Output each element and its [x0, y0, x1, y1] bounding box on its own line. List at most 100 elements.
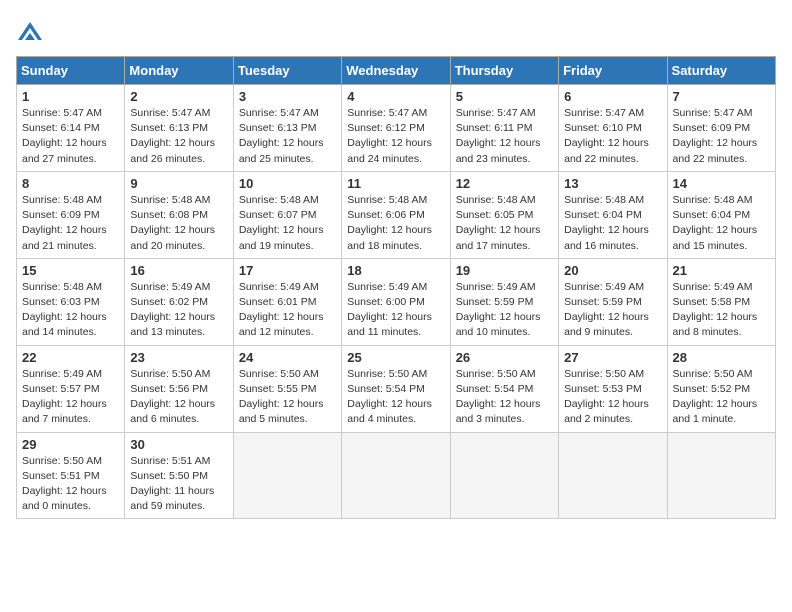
day-info: Sunrise: 5:49 AM Sunset: 5:58 PM Dayligh… — [673, 280, 770, 341]
calendar-cell — [342, 432, 450, 519]
calendar-week-3: 15 Sunrise: 5:48 AM Sunset: 6:03 PM Dayl… — [17, 258, 776, 345]
page-header — [16, 16, 776, 48]
day-number: 8 — [22, 176, 119, 191]
day-number: 21 — [673, 263, 770, 278]
day-info: Sunrise: 5:48 AM Sunset: 6:04 PM Dayligh… — [673, 193, 770, 254]
calendar-week-1: 1 Sunrise: 5:47 AM Sunset: 6:14 PM Dayli… — [17, 85, 776, 172]
calendar-cell: 16 Sunrise: 5:49 AM Sunset: 6:02 PM Dayl… — [125, 258, 233, 345]
calendar-cell: 1 Sunrise: 5:47 AM Sunset: 6:14 PM Dayli… — [17, 85, 125, 172]
day-info: Sunrise: 5:50 AM Sunset: 5:54 PM Dayligh… — [347, 367, 444, 428]
day-info: Sunrise: 5:47 AM Sunset: 6:13 PM Dayligh… — [130, 106, 227, 167]
calendar-cell: 3 Sunrise: 5:47 AM Sunset: 6:13 PM Dayli… — [233, 85, 341, 172]
day-info: Sunrise: 5:50 AM Sunset: 5:52 PM Dayligh… — [673, 367, 770, 428]
day-number: 25 — [347, 350, 444, 365]
calendar-table: SundayMondayTuesdayWednesdayThursdayFrid… — [16, 56, 776, 519]
day-info: Sunrise: 5:49 AM Sunset: 5:57 PM Dayligh… — [22, 367, 119, 428]
calendar-cell: 18 Sunrise: 5:49 AM Sunset: 6:00 PM Dayl… — [342, 258, 450, 345]
calendar-cell: 15 Sunrise: 5:48 AM Sunset: 6:03 PM Dayl… — [17, 258, 125, 345]
day-number: 6 — [564, 89, 661, 104]
calendar-cell: 14 Sunrise: 5:48 AM Sunset: 6:04 PM Dayl… — [667, 171, 775, 258]
calendar-cell: 29 Sunrise: 5:50 AM Sunset: 5:51 PM Dayl… — [17, 432, 125, 519]
calendar-cell — [667, 432, 775, 519]
day-number: 14 — [673, 176, 770, 191]
calendar-cell: 6 Sunrise: 5:47 AM Sunset: 6:10 PM Dayli… — [559, 85, 667, 172]
calendar-cell: 19 Sunrise: 5:49 AM Sunset: 5:59 PM Dayl… — [450, 258, 558, 345]
day-number: 4 — [347, 89, 444, 104]
day-info: Sunrise: 5:50 AM Sunset: 5:56 PM Dayligh… — [130, 367, 227, 428]
day-info: Sunrise: 5:47 AM Sunset: 6:11 PM Dayligh… — [456, 106, 553, 167]
calendar-cell: 25 Sunrise: 5:50 AM Sunset: 5:54 PM Dayl… — [342, 345, 450, 432]
calendar-header-row: SundayMondayTuesdayWednesdayThursdayFrid… — [17, 57, 776, 85]
day-info: Sunrise: 5:51 AM Sunset: 5:50 PM Dayligh… — [130, 454, 227, 515]
day-info: Sunrise: 5:48 AM Sunset: 6:05 PM Dayligh… — [456, 193, 553, 254]
day-number: 1 — [22, 89, 119, 104]
calendar-week-2: 8 Sunrise: 5:48 AM Sunset: 6:09 PM Dayli… — [17, 171, 776, 258]
weekday-header-monday: Monday — [125, 57, 233, 85]
calendar-cell: 10 Sunrise: 5:48 AM Sunset: 6:07 PM Dayl… — [233, 171, 341, 258]
day-number: 19 — [456, 263, 553, 278]
calendar-cell — [233, 432, 341, 519]
weekday-header-wednesday: Wednesday — [342, 57, 450, 85]
day-info: Sunrise: 5:48 AM Sunset: 6:09 PM Dayligh… — [22, 193, 119, 254]
day-info: Sunrise: 5:50 AM Sunset: 5:51 PM Dayligh… — [22, 454, 119, 515]
day-number: 30 — [130, 437, 227, 452]
calendar-cell: 9 Sunrise: 5:48 AM Sunset: 6:08 PM Dayli… — [125, 171, 233, 258]
day-number: 3 — [239, 89, 336, 104]
day-number: 24 — [239, 350, 336, 365]
day-info: Sunrise: 5:47 AM Sunset: 6:12 PM Dayligh… — [347, 106, 444, 167]
calendar-cell: 5 Sunrise: 5:47 AM Sunset: 6:11 PM Dayli… — [450, 85, 558, 172]
weekday-header-friday: Friday — [559, 57, 667, 85]
day-info: Sunrise: 5:49 AM Sunset: 5:59 PM Dayligh… — [456, 280, 553, 341]
day-number: 2 — [130, 89, 227, 104]
calendar-cell: 27 Sunrise: 5:50 AM Sunset: 5:53 PM Dayl… — [559, 345, 667, 432]
day-number: 12 — [456, 176, 553, 191]
calendar-cell: 17 Sunrise: 5:49 AM Sunset: 6:01 PM Dayl… — [233, 258, 341, 345]
weekday-header-thursday: Thursday — [450, 57, 558, 85]
day-info: Sunrise: 5:49 AM Sunset: 6:02 PM Dayligh… — [130, 280, 227, 341]
calendar-cell: 21 Sunrise: 5:49 AM Sunset: 5:58 PM Dayl… — [667, 258, 775, 345]
day-number: 17 — [239, 263, 336, 278]
calendar-cell: 12 Sunrise: 5:48 AM Sunset: 6:05 PM Dayl… — [450, 171, 558, 258]
calendar-cell — [450, 432, 558, 519]
day-info: Sunrise: 5:48 AM Sunset: 6:08 PM Dayligh… — [130, 193, 227, 254]
weekday-header-tuesday: Tuesday — [233, 57, 341, 85]
calendar-cell: 2 Sunrise: 5:47 AM Sunset: 6:13 PM Dayli… — [125, 85, 233, 172]
logo-icon — [16, 20, 44, 48]
day-number: 15 — [22, 263, 119, 278]
day-number: 26 — [456, 350, 553, 365]
calendar-cell: 26 Sunrise: 5:50 AM Sunset: 5:54 PM Dayl… — [450, 345, 558, 432]
day-number: 5 — [456, 89, 553, 104]
day-info: Sunrise: 5:49 AM Sunset: 5:59 PM Dayligh… — [564, 280, 661, 341]
day-info: Sunrise: 5:47 AM Sunset: 6:14 PM Dayligh… — [22, 106, 119, 167]
day-number: 9 — [130, 176, 227, 191]
day-number: 7 — [673, 89, 770, 104]
calendar-week-4: 22 Sunrise: 5:49 AM Sunset: 5:57 PM Dayl… — [17, 345, 776, 432]
calendar-cell: 28 Sunrise: 5:50 AM Sunset: 5:52 PM Dayl… — [667, 345, 775, 432]
day-info: Sunrise: 5:47 AM Sunset: 6:09 PM Dayligh… — [673, 106, 770, 167]
day-info: Sunrise: 5:48 AM Sunset: 6:04 PM Dayligh… — [564, 193, 661, 254]
day-number: 18 — [347, 263, 444, 278]
day-info: Sunrise: 5:48 AM Sunset: 6:06 PM Dayligh… — [347, 193, 444, 254]
calendar-cell: 20 Sunrise: 5:49 AM Sunset: 5:59 PM Dayl… — [559, 258, 667, 345]
day-number: 27 — [564, 350, 661, 365]
calendar-cell: 23 Sunrise: 5:50 AM Sunset: 5:56 PM Dayl… — [125, 345, 233, 432]
calendar-cell: 8 Sunrise: 5:48 AM Sunset: 6:09 PM Dayli… — [17, 171, 125, 258]
day-number: 13 — [564, 176, 661, 191]
calendar-cell: 22 Sunrise: 5:49 AM Sunset: 5:57 PM Dayl… — [17, 345, 125, 432]
calendar-cell: 11 Sunrise: 5:48 AM Sunset: 6:06 PM Dayl… — [342, 171, 450, 258]
day-number: 23 — [130, 350, 227, 365]
weekday-header-sunday: Sunday — [17, 57, 125, 85]
day-number: 11 — [347, 176, 444, 191]
calendar-cell: 13 Sunrise: 5:48 AM Sunset: 6:04 PM Dayl… — [559, 171, 667, 258]
day-info: Sunrise: 5:47 AM Sunset: 6:10 PM Dayligh… — [564, 106, 661, 167]
day-number: 29 — [22, 437, 119, 452]
day-info: Sunrise: 5:48 AM Sunset: 6:03 PM Dayligh… — [22, 280, 119, 341]
calendar-cell: 24 Sunrise: 5:50 AM Sunset: 5:55 PM Dayl… — [233, 345, 341, 432]
day-info: Sunrise: 5:47 AM Sunset: 6:13 PM Dayligh… — [239, 106, 336, 167]
day-info: Sunrise: 5:49 AM Sunset: 6:01 PM Dayligh… — [239, 280, 336, 341]
day-number: 16 — [130, 263, 227, 278]
day-info: Sunrise: 5:50 AM Sunset: 5:53 PM Dayligh… — [564, 367, 661, 428]
day-number: 10 — [239, 176, 336, 191]
calendar-cell: 7 Sunrise: 5:47 AM Sunset: 6:09 PM Dayli… — [667, 85, 775, 172]
calendar-cell — [559, 432, 667, 519]
